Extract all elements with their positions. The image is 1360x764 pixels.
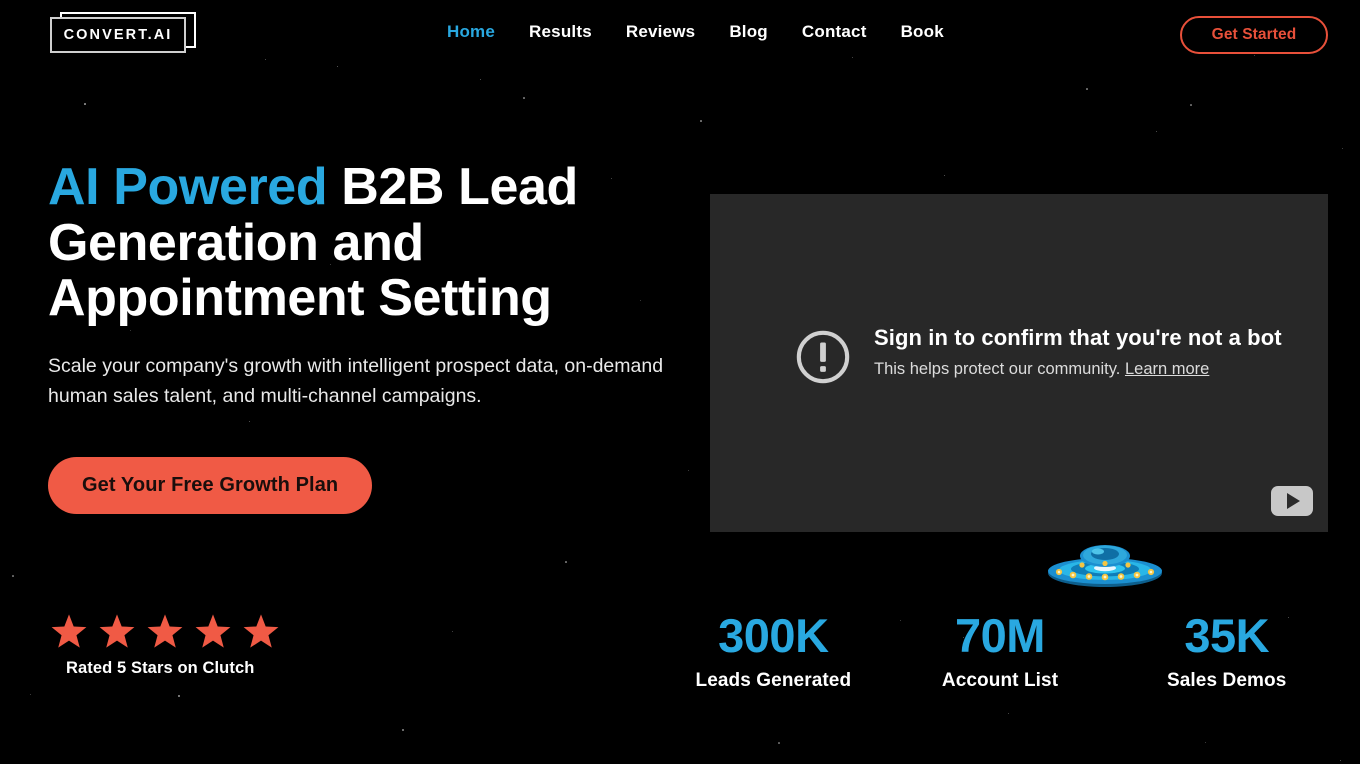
logo-frame: CONVERT.AI bbox=[50, 17, 186, 53]
star-dot bbox=[1008, 713, 1010, 715]
stat-sales-demos: 35K Sales Demos bbox=[1113, 612, 1340, 692]
nav-item-contact[interactable]: Contact bbox=[785, 22, 884, 42]
star-dot bbox=[1156, 131, 1158, 133]
bot-check-notice: Sign in to confirm that you're not a bot… bbox=[794, 324, 1282, 386]
star-dot bbox=[1086, 88, 1088, 90]
star-icon bbox=[243, 614, 279, 648]
stats-row: 300K Leads Generated 70M Account List 35… bbox=[660, 612, 1340, 692]
bot-check-text: Sign in to confirm that you're not a bot… bbox=[874, 324, 1282, 379]
star-icon bbox=[51, 614, 87, 648]
play-icon bbox=[1287, 493, 1300, 509]
bot-check-title: Sign in to confirm that you're not a bot bbox=[874, 325, 1282, 350]
star-dot bbox=[84, 103, 86, 105]
clutch-rating: Rated 5 Stars on Clutch bbox=[50, 612, 280, 678]
growth-plan-button[interactable]: Get Your Free Growth Plan bbox=[48, 456, 373, 514]
play-button[interactable] bbox=[1271, 486, 1313, 516]
star-dot bbox=[700, 120, 702, 122]
star-dot bbox=[30, 694, 32, 696]
star-dot bbox=[1342, 148, 1344, 150]
star-dot bbox=[565, 561, 567, 563]
stat-value: 35K bbox=[1184, 609, 1270, 662]
logo-text: CONVERT.AI bbox=[63, 27, 173, 43]
star-dot bbox=[523, 97, 525, 99]
star-dot bbox=[178, 695, 180, 697]
nav-item-results[interactable]: Results bbox=[512, 22, 609, 42]
hero-content: AI Powered B2B Lead Generation and Appoi… bbox=[48, 158, 688, 514]
bot-check-sub-text: This helps protect our community. bbox=[874, 359, 1125, 378]
stat-account-list: 70M Account List bbox=[887, 612, 1114, 692]
star-dot bbox=[480, 79, 482, 81]
video-player[interactable]: Sign in to confirm that you're not a bot… bbox=[710, 194, 1328, 532]
headline-accent: AI Powered bbox=[48, 158, 328, 216]
star-dot bbox=[688, 470, 690, 472]
star-dot bbox=[1190, 104, 1192, 106]
star-rating bbox=[50, 612, 280, 650]
bot-check-subtitle: This helps protect our community. Learn … bbox=[874, 360, 1282, 379]
stat-leads-generated: 300K Leads Generated bbox=[660, 612, 887, 692]
exclamation-circle-icon bbox=[796, 330, 850, 384]
stat-value: 70M bbox=[955, 609, 1045, 662]
star-dot bbox=[402, 729, 404, 731]
logo[interactable]: CONVERT.AI bbox=[50, 12, 196, 53]
nav-item-reviews[interactable]: Reviews bbox=[609, 22, 712, 42]
ufo-icon bbox=[1048, 545, 1162, 587]
page-title: AI Powered B2B Lead Generation and Appoi… bbox=[48, 158, 688, 327]
nav-item-blog[interactable]: Blog bbox=[712, 22, 785, 42]
star-dot bbox=[452, 631, 454, 633]
star-dot bbox=[12, 575, 14, 577]
get-started-button[interactable]: Get Started bbox=[1180, 16, 1328, 54]
rating-label: Rated 5 Stars on Clutch bbox=[66, 659, 255, 677]
stat-label: Leads Generated bbox=[695, 670, 852, 691]
stat-value: 300K bbox=[718, 609, 829, 662]
hero-page: CONVERT.AI Home Results Reviews Blog Con… bbox=[0, 0, 1360, 764]
stat-label: Sales Demos bbox=[1166, 670, 1287, 691]
star-dot bbox=[778, 742, 780, 744]
star-dot bbox=[1340, 760, 1342, 762]
site-header: CONVERT.AI Home Results Reviews Blog Con… bbox=[0, 0, 1360, 70]
star-icon bbox=[195, 614, 231, 648]
main-navigation: Home Results Reviews Blog Contact Book bbox=[430, 22, 961, 42]
nav-item-book[interactable]: Book bbox=[884, 22, 961, 42]
star-dot bbox=[1205, 742, 1207, 744]
learn-more-link[interactable]: Learn more bbox=[1125, 360, 1209, 378]
star-dot bbox=[944, 175, 946, 177]
star-icon bbox=[147, 614, 183, 648]
stat-label: Account List bbox=[941, 670, 1059, 691]
nav-item-home[interactable]: Home bbox=[430, 22, 512, 42]
star-icon bbox=[99, 614, 135, 648]
hero-subheading: Scale your company's growth with intelli… bbox=[48, 354, 664, 407]
